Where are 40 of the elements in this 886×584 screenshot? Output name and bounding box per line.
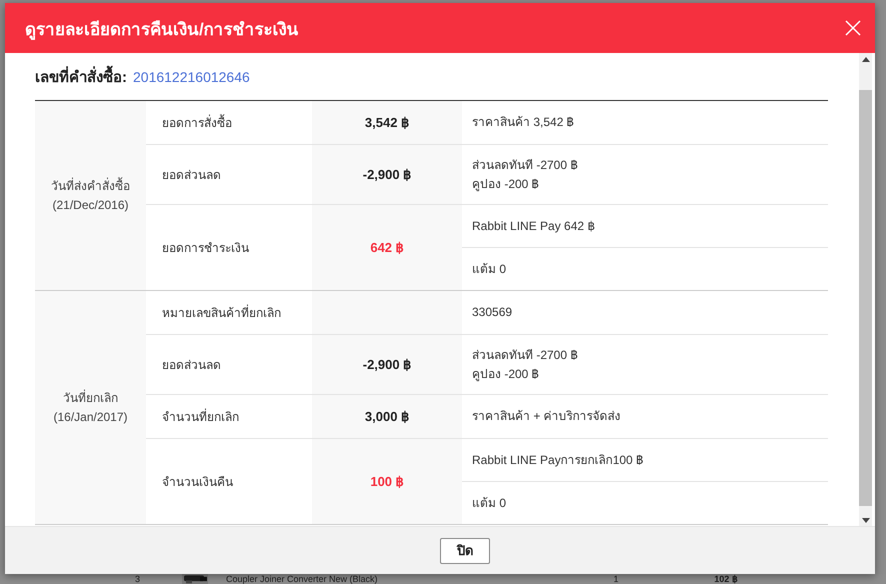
product-name: Coupler Joiner Converter New (Black)	[226, 574, 379, 584]
price: 102 ฿	[713, 574, 739, 584]
order-number-label: เลขที่คำสั่งซื้อ:	[35, 65, 127, 89]
detail-text: ส่วนลดทันที -2700 ฿	[472, 156, 578, 174]
amount: -2,900 ฿	[362, 357, 412, 372]
amount: 100 ฿	[370, 474, 404, 489]
amount: -2,900 ฿	[362, 167, 412, 182]
row-label: ยอดส่วนลด	[162, 358, 221, 372]
detail-text: แต้ม 0	[472, 260, 508, 278]
detail-text: Rabbit LINE Pay 642 ฿	[472, 218, 596, 234]
row-label: หมายเลขสินค้าที่ยกเลิก	[162, 306, 281, 320]
scroll-up-icon[interactable]	[862, 56, 870, 62]
scrollbar[interactable]	[859, 53, 872, 526]
scroll-down-icon[interactable]	[862, 518, 870, 522]
date-value: (21/Dec/2016)	[51, 196, 130, 214]
detail-text: ราคาสินค้า 3,542 ฿	[472, 114, 575, 131]
amount: 3,542 ฿	[364, 115, 410, 130]
date-label: วันที่ส่งคำสั่งซื้อ	[50, 176, 131, 194]
amount: 3,000 ฿	[364, 409, 410, 424]
quantity: 1	[612, 574, 620, 584]
date-label: วันที่ยกเลิก	[62, 388, 119, 406]
row-label: จำนวนเงินคืน	[162, 475, 233, 489]
detail-text: แต้ม 0	[472, 494, 508, 512]
dialog-title: ดูรายละเอียดการคืนเงิน/การชำระเงิน	[25, 18, 299, 42]
close-icon[interactable]	[845, 20, 861, 36]
detail-text: คูปอง -200 ฿	[472, 366, 540, 384]
detail-text: ราคาสินค้า + ค่าบริการจัดส่ง	[472, 408, 622, 425]
detail-text: Rabbit LINE Payการยกเลิก100 ฿	[472, 452, 644, 468]
row-label: ยอดส่วนลด	[162, 168, 221, 182]
date-value: (16/Jan/2017)	[52, 408, 129, 426]
order-number: 201612216012646	[133, 69, 250, 85]
row-label: ยอดการชำระเงิน	[162, 241, 249, 255]
detail-text: ส่วนลดทันที -2700 ฿	[472, 346, 578, 364]
detail-text: คูปอง -200 ฿	[472, 176, 540, 194]
amount: 642 ฿	[370, 240, 404, 255]
close-button[interactable]: ปิด	[440, 538, 490, 564]
row-number: 3	[134, 574, 140, 584]
detail-text: 330569	[472, 304, 514, 321]
row-label: จำนวนที่ยกเลิก	[162, 410, 239, 424]
row-label: ยอดการสั่งซื้อ	[162, 116, 232, 130]
